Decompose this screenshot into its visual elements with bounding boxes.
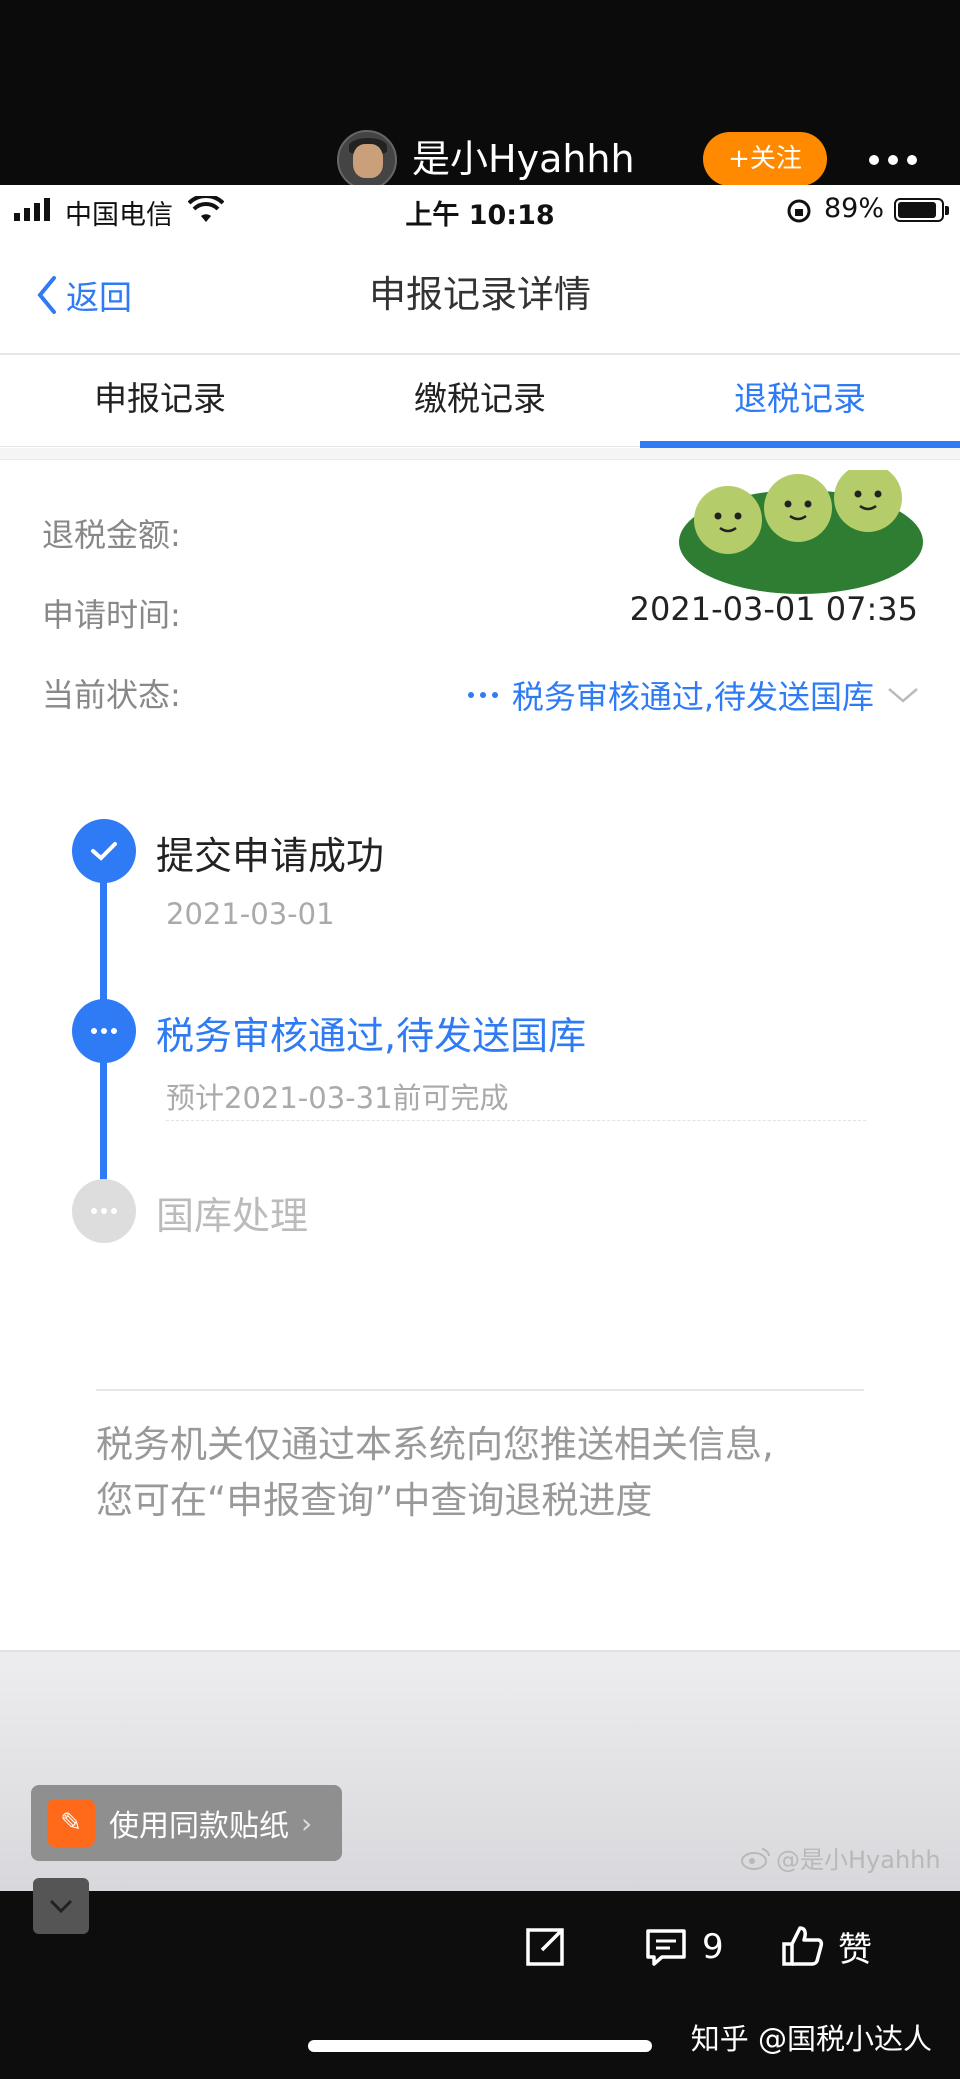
refund-amount-label: 退税金额: bbox=[42, 516, 181, 554]
weibo-logo-icon bbox=[741, 1847, 770, 1870]
username[interactable]: 是小Hyahhh bbox=[412, 134, 635, 184]
timeline-step-title: 提交申请成功 bbox=[156, 834, 385, 878]
more-options-icon[interactable] bbox=[858, 140, 928, 180]
use-same-sticker-button[interactable]: ✎ 使用同款贴纸 › bbox=[31, 1785, 342, 1861]
notice-line-1: 税务机关仅通过本系统向您推送相关信息, bbox=[96, 1423, 774, 1466]
apply-time-value: 2021-03-01 07:35 bbox=[629, 590, 918, 628]
tab-refund-records[interactable]: 退税记录 bbox=[640, 357, 960, 447]
home-indicator bbox=[308, 2040, 652, 2052]
current-status-label: 当前状态: bbox=[42, 676, 181, 714]
apply-time-label: 申请时间: bbox=[42, 596, 181, 634]
nav-bar: 返回 申报记录详情 bbox=[0, 235, 960, 355]
chevron-right-icon: › bbox=[301, 1806, 313, 1840]
comment-button[interactable]: 9 bbox=[644, 1922, 724, 1972]
timeline-step-title: 税务审核通过,待发送国库 bbox=[156, 1014, 587, 1058]
active-tab-indicator bbox=[640, 441, 960, 448]
timeline-step-title: 国库处理 bbox=[156, 1194, 309, 1238]
step-pending-icon bbox=[72, 1179, 136, 1243]
page-title: 申报记录详情 bbox=[369, 273, 591, 316]
section-divider bbox=[0, 448, 960, 460]
chevron-down-icon bbox=[888, 688, 918, 703]
step-in-progress-icon bbox=[72, 999, 136, 1063]
thumbs-up-icon bbox=[782, 1926, 824, 1966]
notice-text: 税务机关仅通过本系统向您推送相关信息, 您可在“申报查询”中查询退税进度 bbox=[96, 1417, 876, 1529]
status-dropdown[interactable]: 税务审核通过,待发送国库 bbox=[467, 672, 920, 718]
like-label: 赞 bbox=[838, 1929, 872, 1970]
peas-sticker bbox=[679, 470, 923, 594]
progress-dots-icon bbox=[467, 692, 498, 698]
status-value: 税务审核通过,待发送国库 bbox=[511, 678, 874, 716]
share-icon[interactable] bbox=[520, 1922, 570, 1972]
sticker-app-icon: ✎ bbox=[47, 1799, 95, 1847]
like-button[interactable]: 赞 bbox=[780, 1920, 872, 1972]
clock: 上午 10:18 bbox=[405, 200, 555, 231]
sticker-button-label: 使用同款贴纸 bbox=[109, 1809, 289, 1844]
rotation-lock-icon bbox=[787, 199, 811, 223]
collapse-button[interactable] bbox=[33, 1878, 89, 1934]
tab-declaration-records[interactable]: 申报记录 bbox=[0, 357, 320, 447]
notice-line-2: 您可在“申报查询”中查询退税进度 bbox=[96, 1479, 653, 1522]
timeline-step-estimate: 预计2021-03-31前可完成 bbox=[166, 1081, 509, 1115]
avatar[interactable] bbox=[337, 130, 397, 190]
battery-icon bbox=[894, 198, 949, 222]
timeline-step-date: 2021-03-01 bbox=[166, 897, 335, 931]
battery-percent: 89% bbox=[824, 193, 885, 224]
chevron-down-icon bbox=[49, 1899, 73, 1914]
tab-bar: 申报记录 缴税记录 退税记录 bbox=[0, 357, 960, 448]
follow-button[interactable]: +关注 bbox=[703, 132, 827, 186]
comment-count: 9 bbox=[702, 1927, 724, 1967]
watermark-text: @是小Hyahhh bbox=[776, 1846, 941, 1874]
comment-icon bbox=[646, 1929, 686, 1966]
weibo-watermark: @是小Hyahhh bbox=[740, 1840, 941, 1875]
timeline-separator bbox=[166, 1120, 866, 1121]
divider bbox=[96, 1389, 864, 1391]
phone-screenshot: 中国电信 上午 10:18 89% 返回 申报记录详情 申报记录 缴税记录 退税… bbox=[0, 185, 960, 1891]
zhihu-credit: 知乎 @国税小达人 bbox=[690, 2022, 932, 2056]
tab-payment-records[interactable]: 缴税记录 bbox=[320, 357, 640, 447]
step-complete-icon bbox=[72, 819, 136, 883]
status-bar: 中国电信 上午 10:18 89% bbox=[0, 185, 960, 235]
